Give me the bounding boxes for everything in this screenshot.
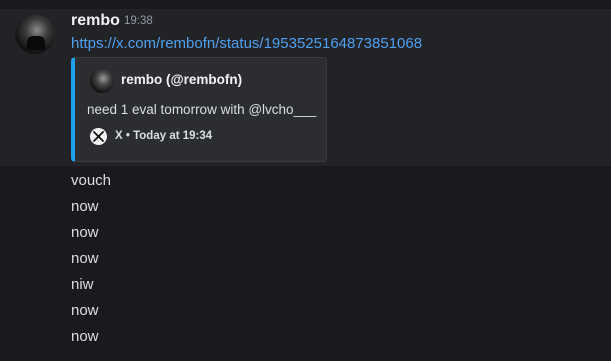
followup-message: now bbox=[71, 198, 99, 215]
followup-message: niw bbox=[71, 276, 94, 293]
embed-footer-separator: • bbox=[125, 130, 130, 142]
message-timestamp: 19:38 bbox=[124, 15, 153, 27]
link-embed: rembo (@rembofn) need 1 eval tomorrow wi… bbox=[71, 57, 327, 162]
embed-footer-time: Today at 19:34 bbox=[133, 130, 213, 142]
embed-author-avatar[interactable] bbox=[90, 69, 114, 93]
message-author[interactable]: rembo bbox=[71, 12, 120, 30]
x-logo-icon bbox=[90, 128, 107, 145]
followup-message: now bbox=[71, 224, 99, 241]
embed-footer: X • Today at 19:34 bbox=[115, 130, 212, 142]
embed-footer-source: X bbox=[115, 130, 123, 142]
followup-message: now bbox=[71, 302, 99, 319]
followup-message: now bbox=[71, 328, 99, 345]
embed-description: need 1 eval tomorrow with @lvcho___ bbox=[87, 102, 317, 117]
followup-message: vouch bbox=[71, 172, 112, 189]
message-link[interactable]: https://x.com/rembofn/status/19535251648… bbox=[71, 35, 422, 52]
followup-message: now bbox=[71, 250, 99, 267]
embed-author-name[interactable]: rembo (@rembofn) bbox=[121, 72, 242, 87]
top-divider bbox=[0, 0, 611, 9]
avatar[interactable] bbox=[15, 14, 55, 54]
